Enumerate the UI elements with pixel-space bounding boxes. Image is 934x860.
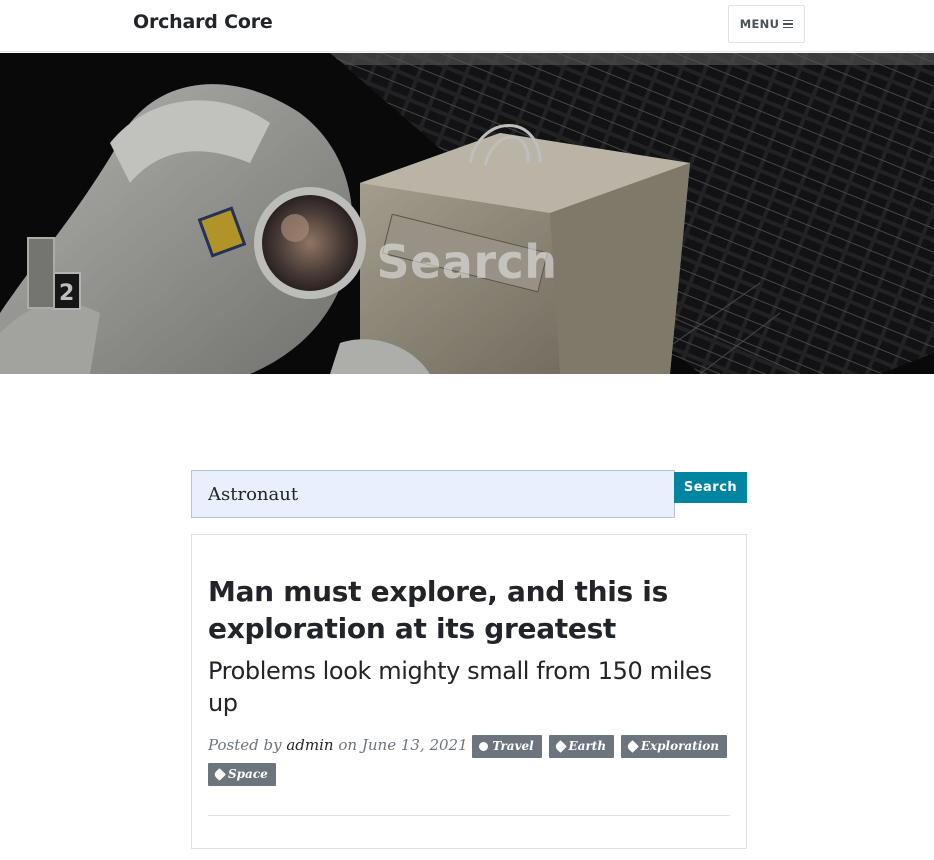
- navbar: Orchard Core MENU: [0, 0, 934, 52]
- menu-button[interactable]: MENU: [728, 5, 805, 43]
- header-background-image: 2: [0, 53, 934, 374]
- brand-link[interactable]: Orchard Core: [133, 11, 273, 33]
- tag-badge-exploration[interactable]: Exploration: [620, 734, 728, 758]
- category-badge-travel[interactable]: Travel: [472, 734, 542, 758]
- tag-badge-earth[interactable]: Earth: [548, 734, 615, 758]
- search-result-card: Man must explore, and this is exploratio…: [191, 534, 747, 849]
- search-input[interactable]: [191, 470, 675, 518]
- tag-icon: [625, 739, 639, 753]
- tag-label: Exploration: [640, 738, 720, 753]
- post-date: June 13, 2021: [361, 736, 468, 754]
- search-button[interactable]: Search: [674, 472, 747, 503]
- menu-label: MENU: [739, 17, 780, 31]
- post-author: admin: [286, 736, 334, 754]
- tag-label: Space: [228, 766, 268, 781]
- divider: [208, 815, 730, 816]
- post-subtitle: Problems look mighty small from 150 mile…: [208, 657, 712, 717]
- posted-by-prefix: Posted by: [208, 736, 282, 754]
- page-header: 2 Search: [0, 53, 934, 374]
- tag-icon: [213, 767, 226, 781]
- tag-icon: [553, 739, 567, 753]
- category-label: Travel: [492, 738, 534, 753]
- tag-label: Earth: [568, 738, 607, 753]
- category-icon: [479, 741, 489, 751]
- hamburger-icon: [783, 18, 794, 30]
- post-meta: Posted by admin on June 13, 2021 Travel …: [208, 731, 738, 787]
- post-title-link[interactable]: Man must explore, and this is exploratio…: [208, 573, 728, 647]
- date-prefix: on: [338, 736, 358, 754]
- page-title: Search: [376, 235, 558, 289]
- tag-badge-space[interactable]: Space: [208, 762, 276, 786]
